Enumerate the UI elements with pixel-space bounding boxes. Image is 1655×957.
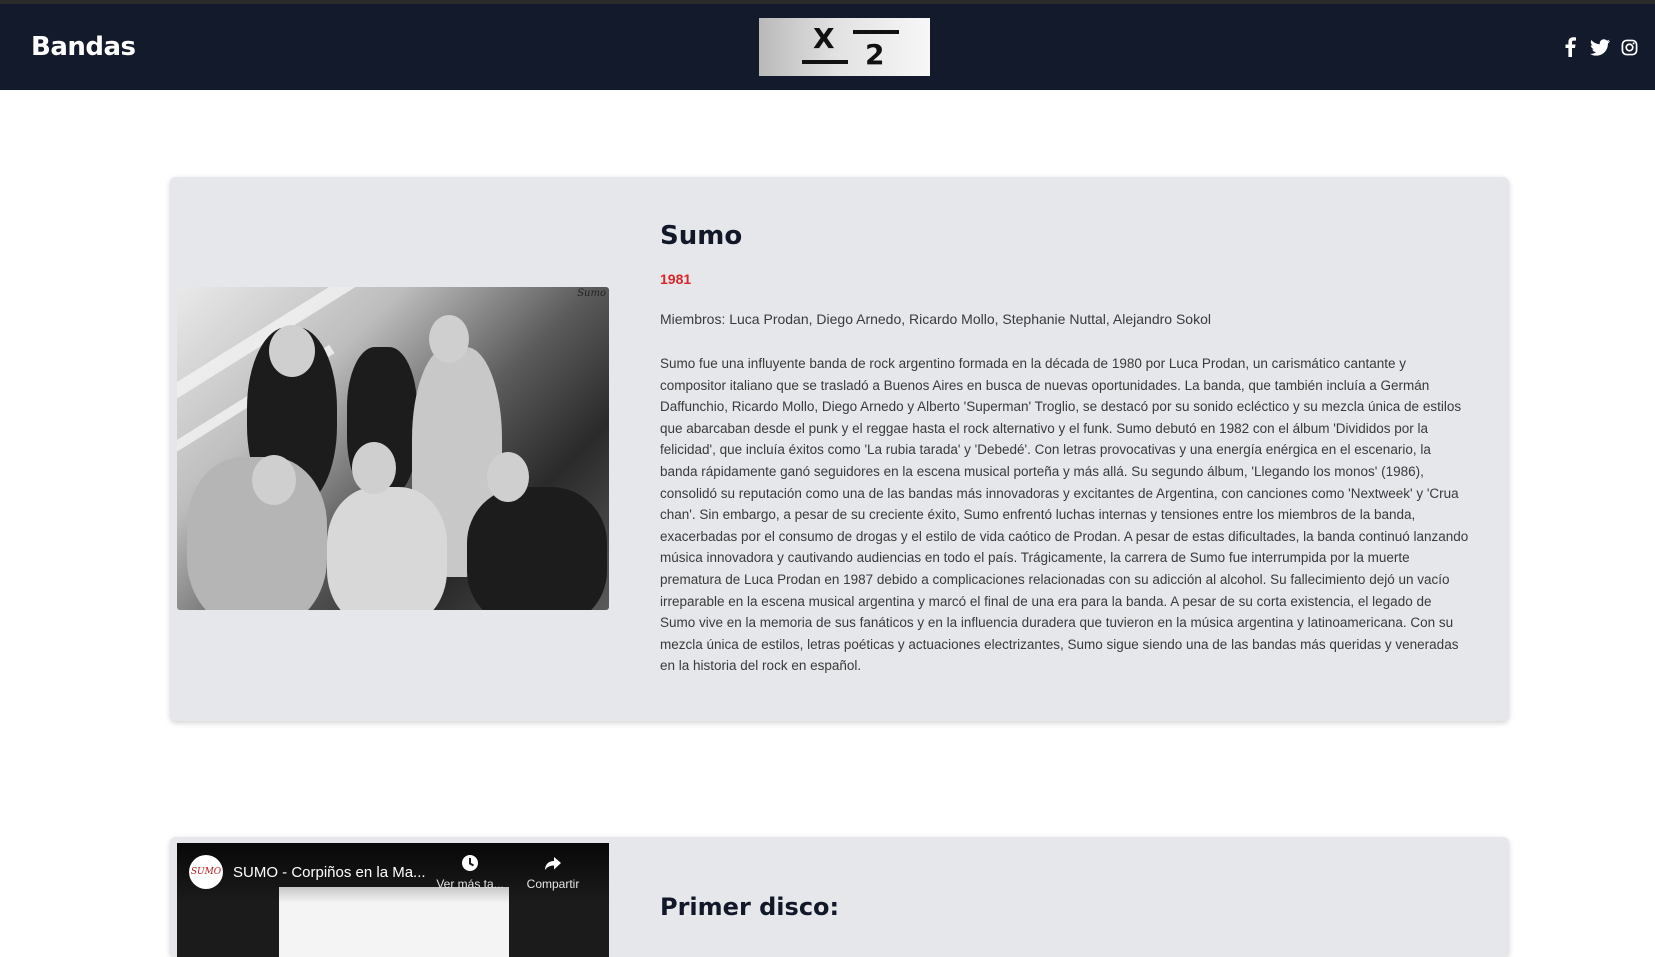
instagram-icon[interactable] (1619, 37, 1639, 57)
youtube-embed[interactable]: SUMO SUMO - Corpiños en la Ma... Ver más… (177, 843, 609, 957)
video-title[interactable]: SUMO - Corpiños en la Ma... (233, 864, 426, 881)
logo-top-letter: X (813, 22, 835, 55)
band-name: Sumo (660, 221, 743, 251)
logo-bottom-digit: 2 (865, 38, 885, 71)
band-photo: Sumo (177, 287, 609, 610)
brand-title[interactable]: Bandas (31, 32, 136, 62)
watch-later-label: Ver más ta... (436, 877, 504, 891)
share-icon (545, 857, 561, 870)
navbar: Bandas X 2 (0, 4, 1655, 90)
first-album-heading: Primer disco: (660, 893, 840, 921)
clock-icon (462, 855, 478, 871)
watch-later-button[interactable]: Ver más ta... (434, 853, 506, 891)
logo-bar-top (853, 30, 899, 34)
share-button[interactable]: Compartir (517, 853, 589, 891)
logo-bar-bottom (802, 60, 848, 64)
band-members: Miembros: Luca Prodan, Diego Arnedo, Ric… (660, 311, 1211, 327)
channel-avatar[interactable]: SUMO (189, 855, 223, 889)
twitter-icon[interactable] (1589, 37, 1611, 57)
photo-caption: Sumo (577, 288, 606, 299)
band-card: Sumo Sumo 1981 Miembros: Luca Prodan, Di… (170, 177, 1509, 721)
site-logo[interactable]: X 2 (759, 18, 930, 76)
band-description: Sumo fue una influyente banda de rock ar… (660, 356, 1469, 674)
share-label: Compartir (526, 877, 580, 891)
band-year: 1981 (660, 271, 692, 287)
first-album-card: SUMO SUMO - Corpiños en la Ma... Ver más… (170, 837, 1509, 957)
facebook-icon[interactable] (1562, 37, 1578, 57)
